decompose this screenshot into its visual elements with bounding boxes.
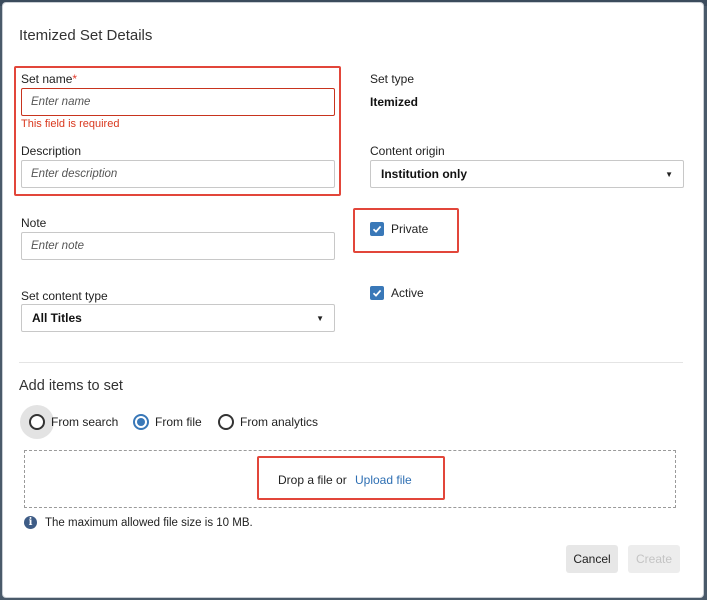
radio-label-from-analytics: From analytics: [240, 415, 319, 429]
content-origin-value: Institution only: [381, 167, 467, 181]
itemized-set-dialog: Itemized Set Details Set name* This fiel…: [3, 3, 703, 597]
radio-button[interactable]: [29, 414, 45, 430]
set-name-label-text: Set name: [21, 72, 73, 86]
description-label: Description: [21, 144, 82, 158]
active-checkbox-row[interactable]: Active: [370, 286, 424, 300]
private-checkbox-row[interactable]: Private: [370, 222, 428, 236]
info-icon: i: [24, 516, 37, 529]
set-name-error: This field is required: [21, 118, 120, 130]
content-origin-label: Content origin: [370, 144, 445, 158]
set-type-value: Itemized: [370, 95, 419, 109]
add-items-title: Add items to set: [19, 378, 123, 394]
cancel-button[interactable]: Cancel: [566, 545, 618, 573]
set-name-input[interactable]: [21, 88, 335, 116]
drop-file-text: Drop a file or: [278, 473, 347, 487]
required-marker: *: [72, 72, 78, 86]
set-content-type-value: All Titles: [32, 311, 82, 325]
chevron-down-icon: ▼: [316, 313, 324, 323]
private-label: Private: [391, 222, 429, 236]
section-divider: [19, 362, 683, 363]
radio-from-search[interactable]: From search: [29, 414, 118, 430]
private-checkbox[interactable]: [370, 222, 384, 236]
set-name-label: Set name*: [21, 72, 77, 86]
set-content-type-label: Set content type: [21, 289, 108, 303]
radio-button[interactable]: [218, 414, 234, 430]
set-content-type-select[interactable]: All Titles ▼: [21, 304, 335, 332]
radio-button-selected[interactable]: [133, 414, 149, 430]
radio-from-analytics[interactable]: From analytics: [218, 414, 318, 430]
active-label: Active: [391, 286, 424, 300]
set-type-label: Set type: [370, 72, 415, 86]
content-origin-select[interactable]: Institution only ▼: [370, 160, 684, 188]
file-size-info-text: The maximum allowed file size is 10 MB.: [45, 516, 253, 529]
checkmark-icon: [372, 289, 382, 297]
active-checkbox[interactable]: [370, 286, 384, 300]
chevron-down-icon: ▼: [665, 169, 673, 179]
radio-from-file[interactable]: From file: [133, 414, 202, 430]
note-label: Note: [21, 216, 47, 230]
radio-label-from-file: From file: [155, 415, 202, 429]
dialog-title: Itemized Set Details: [19, 27, 153, 44]
upload-file-link[interactable]: Upload file: [355, 473, 412, 487]
description-input[interactable]: [21, 160, 335, 188]
file-dropzone[interactable]: [24, 450, 676, 508]
create-button[interactable]: Create: [628, 545, 680, 573]
checkmark-icon: [372, 225, 382, 233]
radio-label-from-search: From search: [51, 415, 119, 429]
note-input[interactable]: [21, 232, 335, 260]
file-size-info: i The maximum allowed file size is 10 MB…: [24, 516, 253, 529]
